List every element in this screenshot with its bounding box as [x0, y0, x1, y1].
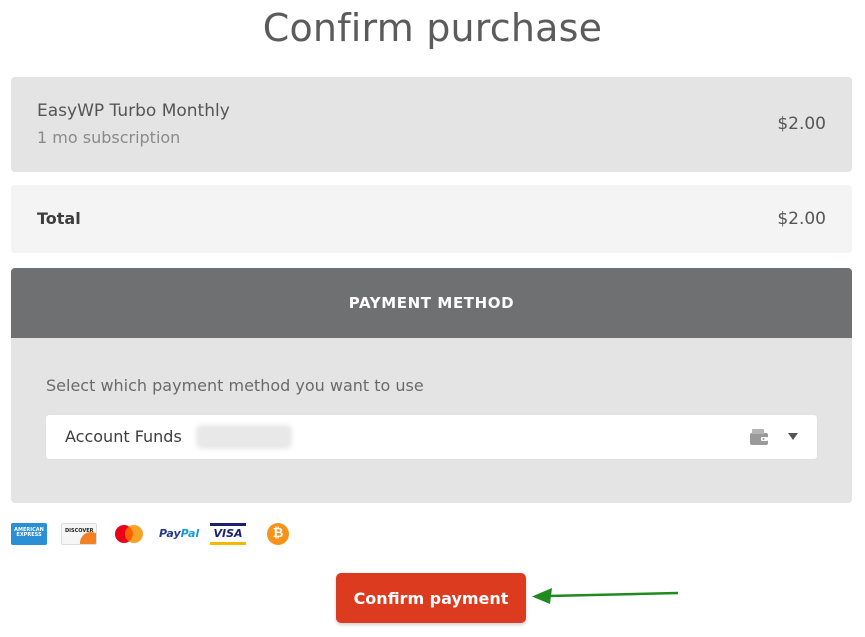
product-price: $2.00	[777, 114, 826, 134]
visa-logo: VISA	[210, 523, 246, 545]
payment-method-panel: PAYMENT METHOD Select which payment meth…	[11, 268, 852, 503]
american-express-logo: AMERICAN EXPRESS	[11, 523, 47, 545]
total-value: $2.00	[777, 209, 826, 229]
product-term: 1 mo subscription	[37, 128, 181, 147]
payment-method-selected-value: Account Funds	[65, 427, 182, 446]
bitcoin-logo: ₿	[267, 523, 289, 545]
wallet-icon	[750, 429, 768, 445]
page-title: Confirm purchase	[262, 6, 603, 50]
mastercard-logo	[115, 525, 143, 543]
product-name: EasyWP Turbo Monthly	[37, 101, 230, 121]
annotation-arrow-icon	[532, 588, 679, 604]
order-total-row: Total $2.00	[11, 185, 852, 253]
total-label: Total	[37, 209, 81, 228]
confirm-payment-button[interactable]: Confirm payment	[336, 573, 526, 623]
discover-logo: DISCOVER	[61, 523, 97, 545]
payment-method-instruction: Select which payment method you want to …	[46, 376, 424, 395]
payment-method-select[interactable]: Account Funds	[46, 415, 817, 459]
payment-method-header: PAYMENT METHOD	[11, 268, 852, 338]
order-line-item: EasyWP Turbo Monthly 1 mo subscription $…	[11, 77, 852, 172]
paypal-logo: PayPal	[159, 527, 200, 540]
chevron-down-icon[interactable]	[788, 433, 798, 440]
redacted-balance	[196, 425, 292, 449]
